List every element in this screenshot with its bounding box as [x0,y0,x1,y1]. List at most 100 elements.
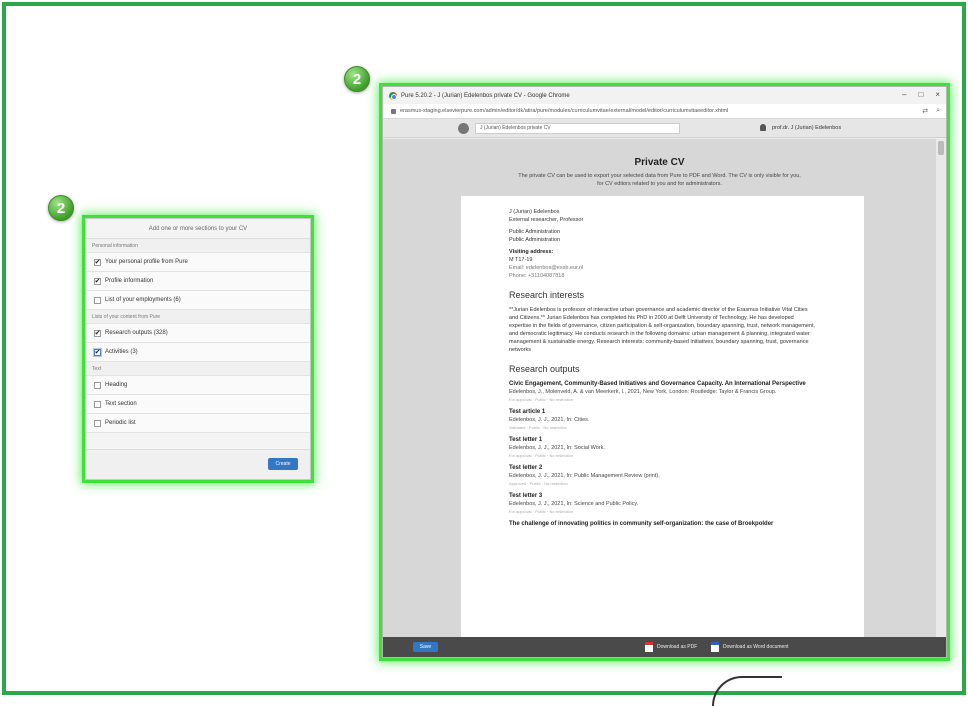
group-label-content: Lists of your content from Pure [86,310,310,324]
output-title: The challenge of innovating politics in … [509,521,774,527]
output-item: Test article 1 Edelenbos, J. J., 2021, I… [509,408,816,431]
checkbox-unchecked[interactable] [94,419,101,427]
editor-bottom-bar: Save Download as PDF Download as Word do… [383,637,946,657]
output-title: Test letter 2 [509,465,543,471]
option-profile-information[interactable]: ✔ Profile information [86,272,310,291]
research-interests-text: **Jurian Edelenbos is professor of inter… [509,307,816,353]
download-word-label: Download as Word document [723,644,789,650]
translate-icon[interactable]: ⇄ [922,107,928,115]
cv-role: External researcher, Professor [509,217,584,223]
address-bar[interactable]: erasmus-staging.elsevierpure.com/admin/e… [383,104,946,119]
research-interests-heading: Research interests [509,290,585,300]
app-toolbar: J (Jurian) Edelenbos private CV prof.dr.… [383,119,946,138]
close-icon[interactable]: × [935,90,940,99]
address-bar-actions: ⇄ ⌕ [922,107,940,115]
option-label: Periodic list [105,420,136,426]
cv-editor-content: Private CV The private CV can be used to… [383,139,936,637]
output-status: Approved · Public · No restriction [509,481,568,486]
option-label: Research outputs (328) [105,330,168,336]
output-title: Test letter 3 [509,493,543,499]
cv-preview-paper: J (Jurian) Edelenbos External researcher… [461,196,864,637]
group-label-text: Text [86,362,310,376]
research-outputs-heading: Research outputs [509,364,580,374]
browser-window: Pure 5.20.2 - J (Jurian) Edelenbos priva… [382,86,947,658]
option-label: Heading [105,382,128,388]
option-personal-profile[interactable]: ✔ Your personal profile from Pure [86,253,310,272]
output-title: Civic Engagement, Community-Based Initia… [509,381,806,387]
checkbox-checked[interactable]: ✔ [94,348,101,356]
scroll-thumb[interactable] [938,141,944,155]
window-controls: – □ × [902,90,940,99]
output-status: For approval · Public · No restriction [509,397,574,402]
option-employments[interactable]: List of your employments (6) [86,291,310,310]
user-icon [760,124,766,131]
page-title: Private CV [634,157,685,168]
option-research-outputs[interactable]: ✔ Research outputs (328) [86,324,310,343]
checkbox-checked[interactable]: ✔ [94,258,101,266]
output-status: For approval · Public · No restriction [509,453,574,458]
vertical-scrollbar[interactable] [936,139,946,637]
save-button[interactable]: Save [413,642,438,652]
step-badge-dialog: 2 [48,195,74,221]
checkbox-unchecked[interactable] [94,296,101,304]
output-item: Test letter 2 Edelenbos, J. J., 2021, In… [509,464,816,487]
page-description: The private CV can be used to export you… [518,173,801,187]
url-text[interactable]: erasmus-staging.elsevierpure.com/admin/e… [400,108,728,114]
window-title: Pure 5.20.2 - J (Jurian) Edelenbos priva… [401,92,570,99]
visiting-address-label: Visiting address: [509,249,554,255]
output-status: For approval · Public · No restriction [509,509,574,514]
checkbox-unchecked[interactable] [94,381,101,389]
option-label: Profile information [105,278,154,284]
output-title: Test article 1 [509,409,546,415]
maximize-icon[interactable]: □ [918,90,923,99]
output-title: Test letter 1 [509,437,543,443]
word-file-icon [711,642,719,652]
checkbox-checked[interactable]: ✔ [94,277,101,285]
output-meta: Edelenbos, J., Molenveld, A. & van Meerk… [509,389,777,395]
email: Email: edelenbos@essb.eur.nl [509,265,584,271]
output-status: Validated · Public · No restriction [509,425,567,430]
output-meta: Edelenbos, J. J., 2021, In: Science and … [509,501,639,507]
group-label-personal: Personal information [86,239,310,253]
lock-icon [391,108,396,114]
minimize-icon[interactable]: – [902,90,906,99]
step-badge-browser: 2 [344,66,370,92]
option-label: Your personal profile from Pure [105,259,188,265]
option-activities[interactable]: ✔ Activities (3) [86,343,310,362]
add-sections-dialog: Add one or more sections to your CV Pers… [85,218,311,480]
output-meta: Edelenbos, J. J., 2021, In: Social Work. [509,445,605,451]
checkbox-checked[interactable]: ✔ [94,329,101,337]
pdf-file-icon [645,642,653,652]
window-titlebar: Pure 5.20.2 - J (Jurian) Edelenbos priva… [383,87,946,104]
download-word-button[interactable]: Download as Word document [711,642,789,652]
phone: Phone: +31104087818 [509,273,565,279]
zoom-icon[interactable]: ⌕ [936,107,940,115]
option-periodic-list[interactable]: Periodic list [86,414,310,433]
user-menu[interactable]: prof.dr. J (Jurian) Edelenbos [760,124,841,131]
download-pdf-label: Download as PDF [657,644,698,650]
cv-org: Public Administration [509,237,561,243]
output-item: Test letter 1 Edelenbos, J. J., 2021, In… [509,436,816,459]
option-text-section[interactable]: Text section [86,395,310,414]
checkbox-unchecked[interactable] [94,400,101,408]
output-meta: Edelenbos, J. J., 2021, In: Public Manag… [509,473,660,479]
back-circle-icon[interactable] [458,123,469,134]
create-button[interactable]: Create [268,458,298,470]
option-label: List of your employments (6) [105,297,181,303]
output-item: The challenge of innovating politics in … [509,520,816,528]
cv-name: J (Jurian) Edelenbos [509,209,560,215]
output-item: Test letter 3 Edelenbos, J. J., 2021, In… [509,492,816,515]
download-pdf-button[interactable]: Download as PDF [645,642,697,652]
output-meta: Edelenbos, J. J., 2021, In: Cities. [509,417,590,423]
output-item: Civic Engagement, Community-Based Initia… [509,380,816,403]
cv-org: Public Administration [509,229,561,235]
option-heading[interactable]: Heading [86,376,310,395]
room: M T17-19 [509,257,533,263]
chrome-icon [389,91,397,100]
dialog-footer: Create [86,449,310,479]
dialog-title: Add one or more sections to your CV [86,219,310,239]
option-label: Activities (3) [105,349,138,355]
user-name: prof.dr. J (Jurian) Edelenbos [772,124,842,131]
cv-name-field[interactable]: J (Jurian) Edelenbos private CV [475,123,680,134]
option-label: Text section [105,401,137,407]
